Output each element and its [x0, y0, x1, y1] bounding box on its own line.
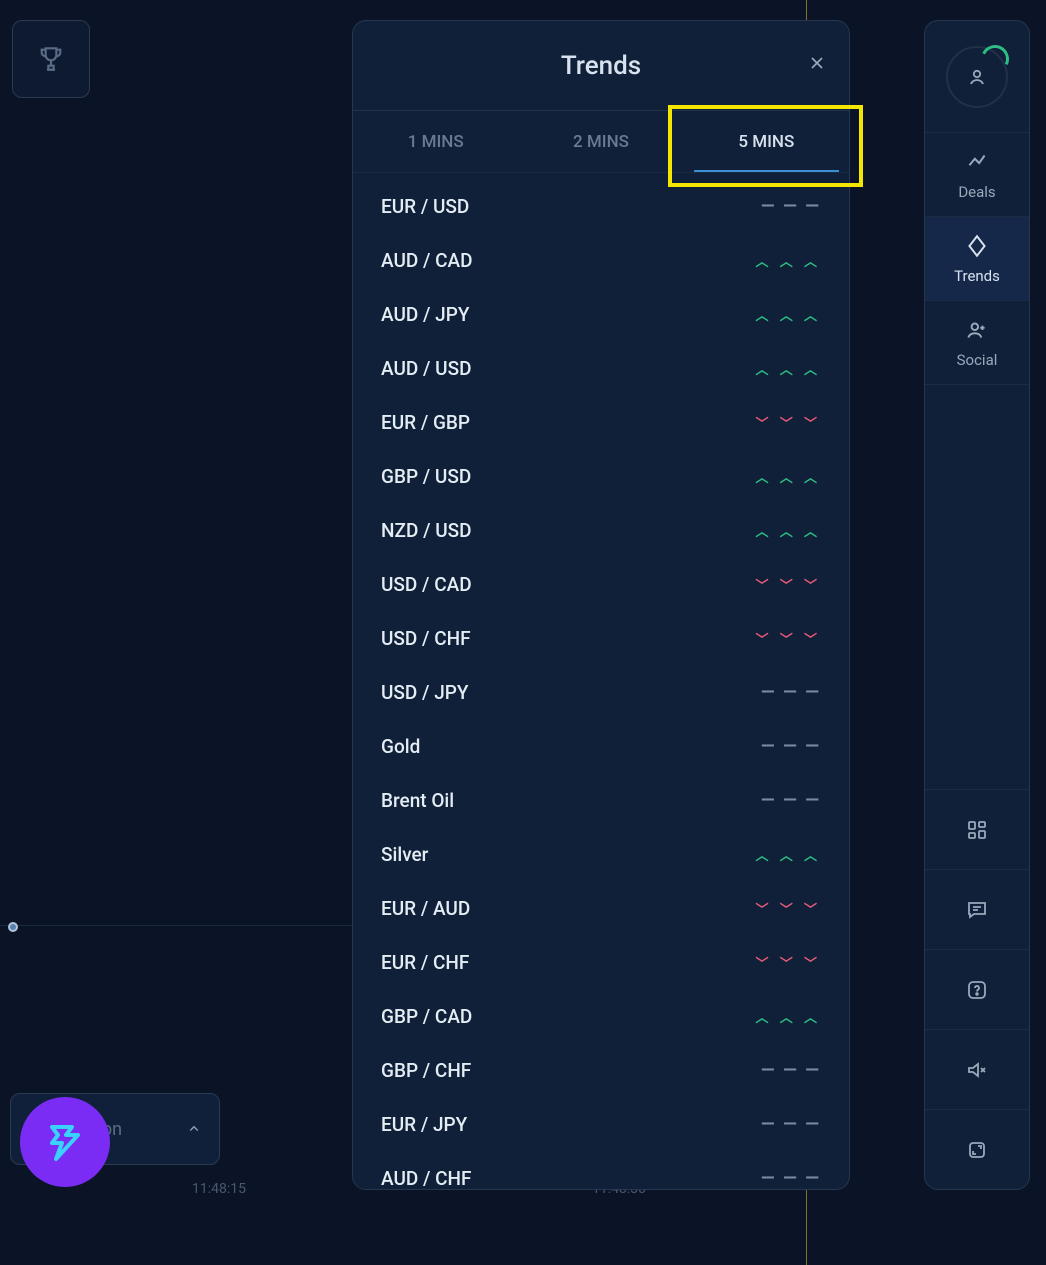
trend-arrows: ﹀ ﹀ ﹀ [756, 899, 821, 918]
rail-fullscreen-button[interactable] [925, 1109, 1029, 1189]
tab-5-mins[interactable]: 5 MINS [684, 111, 849, 172]
trend-arrows: ︿ ︿ ︿ [756, 305, 821, 324]
trend-arrows: — — — [761, 1060, 821, 1081]
panel-header: Trends [353, 21, 849, 111]
pair-label: AUD / CAD [381, 249, 473, 272]
chart-price-dot [8, 922, 18, 932]
panel-title: Trends [561, 51, 641, 81]
rail-item-trends[interactable]: Trends [925, 217, 1029, 301]
chart-time-label: 11:48:15 [192, 1181, 246, 1197]
rail-chat-button[interactable] [925, 869, 1029, 949]
trend-row[interactable]: AUD / CHF — — — [353, 1151, 849, 1189]
rail-item-deals[interactable]: Deals [925, 133, 1029, 217]
trends-icon [964, 233, 990, 259]
pair-label: Silver [381, 843, 428, 866]
pair-label: AUD / JPY [381, 303, 469, 326]
pair-label: EUR / CHF [381, 951, 469, 974]
trend-row[interactable]: EUR / AUD ﹀ ﹀ ﹀ [353, 881, 849, 935]
rail-item-label: Deals [958, 183, 995, 201]
trend-arrows: ﹀ ﹀ ﹀ [756, 413, 821, 432]
deals-icon [964, 149, 990, 175]
trend-row[interactable]: Silver ︿ ︿ ︿ [353, 827, 849, 881]
chevron-up-icon [181, 1116, 207, 1142]
trend-row[interactable]: GBP / CHF — — — [353, 1043, 849, 1097]
brand-logo[interactable] [20, 1097, 110, 1187]
tab-2-mins[interactable]: 2 MINS [518, 111, 683, 172]
pair-label: GBP / CAD [381, 1005, 472, 1028]
pair-label: EUR / AUD [381, 897, 470, 920]
trend-list[interactable]: EUR / USD — — — AUD / CAD ︿ ︿ ︿ AUD / JPY ︿ ︿… [353, 173, 849, 1189]
trend-row[interactable]: USD / JPY — — — [353, 665, 849, 719]
pair-label: USD / CHF [381, 627, 471, 650]
trend-arrows: ︿ ︿ ︿ [756, 1007, 821, 1026]
trophy-icon [35, 43, 67, 75]
trend-arrows: ︿ ︿ ︿ [756, 845, 821, 864]
trend-row[interactable]: GBP / CAD ︿ ︿ ︿ [353, 989, 849, 1043]
pair-label: Brent Oil [381, 789, 454, 812]
tournaments-button[interactable] [12, 20, 90, 98]
trend-arrows: — — — [761, 1168, 821, 1189]
pair-label: EUR / USD [381, 195, 469, 218]
trend-arrows: ︿ ︿ ︿ [756, 251, 821, 270]
trend-arrows: ﹀ ﹀ ﹀ [756, 953, 821, 972]
pair-label: USD / JPY [381, 681, 469, 704]
pair-label: GBP / USD [381, 465, 471, 488]
trend-arrows: — — — [761, 736, 821, 757]
trends-panel: Trends 1 MINS2 MINS5 MINS EUR / USD — — —… [352, 20, 850, 1190]
trend-arrows: ︿ ︿ ︿ [756, 521, 821, 540]
trend-arrows: ︿ ︿ ︿ [756, 467, 821, 486]
pair-label: GBP / CHF [381, 1059, 471, 1082]
pair-label: AUD / USD [381, 357, 471, 380]
trend-arrows: ﹀ ﹀ ﹀ [756, 629, 821, 648]
right-rail: Deals Trends Social [924, 20, 1030, 1190]
trend-arrows: — — — [761, 1114, 821, 1135]
trend-row[interactable]: USD / CHF ﹀ ﹀ ﹀ [353, 611, 849, 665]
pair-label: Gold [381, 735, 420, 758]
pair-label: USD / CAD [381, 573, 472, 596]
trend-row[interactable]: EUR / GBP ﹀ ﹀ ﹀ [353, 395, 849, 449]
close-button[interactable] [807, 53, 827, 73]
rail-help-button[interactable] [925, 949, 1029, 1029]
social-icon [964, 317, 990, 343]
rail-item-social[interactable]: Social [925, 301, 1029, 385]
trend-row[interactable]: EUR / JPY — — — [353, 1097, 849, 1151]
trend-row[interactable]: AUD / CAD ︿ ︿ ︿ [353, 233, 849, 287]
pair-label: AUD / CHF [381, 1167, 471, 1190]
trend-row[interactable]: Brent Oil — — — [353, 773, 849, 827]
trend-row[interactable]: AUD / JPY ︿ ︿ ︿ [353, 287, 849, 341]
trend-row[interactable]: NZD / USD ︿ ︿ ︿ [353, 503, 849, 557]
pair-label: EUR / GBP [381, 411, 470, 434]
tab-1-mins[interactable]: 1 MINS [353, 111, 518, 172]
trend-row[interactable]: GBP / USD ︿ ︿ ︿ [353, 449, 849, 503]
rail-mute-button[interactable] [925, 1029, 1029, 1109]
trend-row[interactable]: Gold — — — [353, 719, 849, 773]
trend-arrows: — — — [761, 790, 821, 811]
rail-item-label: Trends [954, 267, 1000, 285]
trend-row[interactable]: USD / CAD ﹀ ﹀ ﹀ [353, 557, 849, 611]
avatar-ring [946, 46, 1008, 108]
pair-label: EUR / JPY [381, 1113, 467, 1136]
profile-button[interactable] [925, 21, 1029, 133]
trend-arrows: — — — [761, 196, 821, 217]
rail-item-label: Social [957, 351, 998, 369]
trend-row[interactable]: EUR / USD — — — [353, 179, 849, 233]
pair-label: NZD / USD [381, 519, 472, 542]
tabs-bar: 1 MINS2 MINS5 MINS [353, 111, 849, 173]
trend-row[interactable]: EUR / CHF ﹀ ﹀ ﹀ [353, 935, 849, 989]
trend-arrows: ︿ ︿ ︿ [756, 359, 821, 378]
trend-arrows: ﹀ ﹀ ﹀ [756, 575, 821, 594]
rail-widgets-button[interactable] [925, 789, 1029, 869]
trend-arrows: — — — [761, 682, 821, 703]
trend-row[interactable]: AUD / USD ︿ ︿ ︿ [353, 341, 849, 395]
